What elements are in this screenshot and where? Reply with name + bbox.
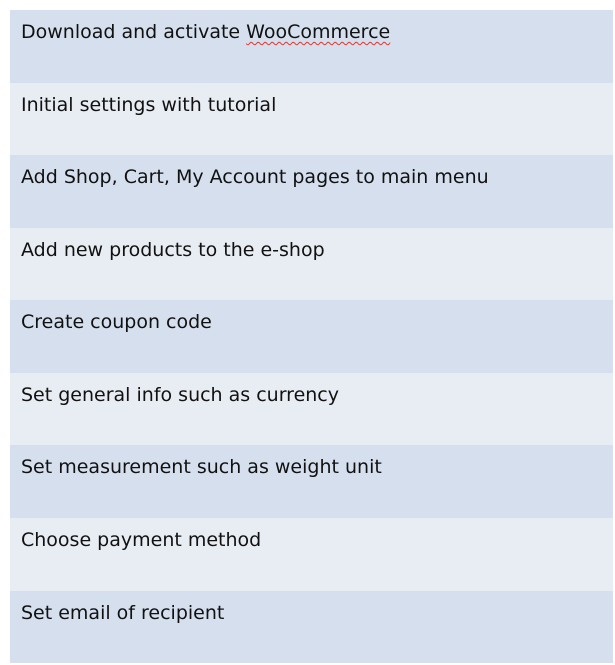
step-row-5: Create coupon code: [10, 300, 613, 373]
step-text: Choose payment method: [21, 528, 262, 551]
step-row-9: Set email of recipient: [10, 590, 613, 664]
step-row-1: Download and activate WooCommerce: [10, 10, 613, 83]
step-text: Set email of recipient: [21, 601, 225, 624]
step-text: Create coupon code: [21, 311, 212, 334]
step-text: Initial settings with tutorial: [21, 93, 277, 116]
steps-table: Download and activate WooCommerce Initia…: [10, 10, 613, 664]
step-row-7: Set measurement such as weight unit: [10, 445, 613, 518]
step-row-8: Choose payment method: [10, 517, 613, 591]
step-row-3: Add Shop, Cart, My Account pages to main…: [10, 155, 613, 228]
step-row-4: Add new products to the e-shop: [10, 227, 613, 301]
spellcheck-flagged-word: WooCommerce: [246, 21, 391, 43]
step-text: Set measurement such as weight unit: [21, 456, 382, 479]
step-text: Add Shop, Cart, My Account pages to main…: [21, 166, 489, 189]
step-row-6: Set general info such as currency: [10, 372, 613, 446]
step-text: Set general info such as currency: [21, 383, 339, 406]
step-text: Add new products to the e-shop: [21, 238, 325, 261]
step-text-prefix: Download and activate: [21, 21, 247, 43]
step-row-2: Initial settings with tutorial: [10, 82, 613, 156]
